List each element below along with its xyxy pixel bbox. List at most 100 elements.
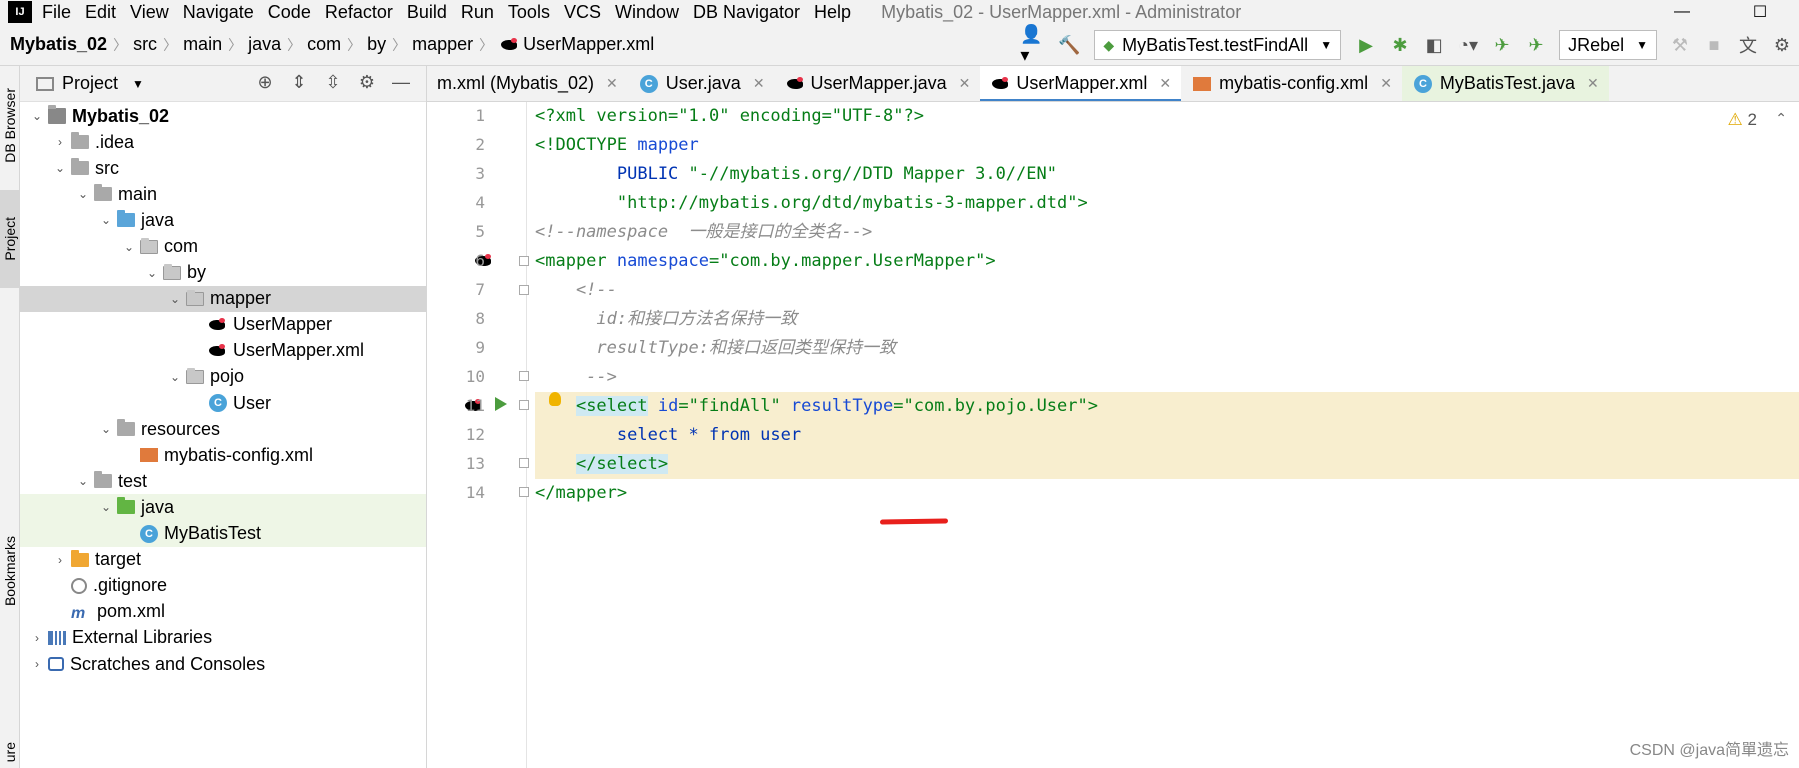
- tree-item[interactable]: ⌄ pojo: [20, 364, 426, 390]
- project-panel-title[interactable]: Project: [62, 73, 118, 94]
- jrebel-run-icon[interactable]: ✈: [1487, 30, 1517, 60]
- code-line[interactable]: <select id="findAll" resultType="com.by.…: [535, 392, 1799, 421]
- chevron-down-icon[interactable]: ⌄: [74, 187, 92, 201]
- breadcrumb-item[interactable]: mapper: [412, 34, 473, 55]
- fold-marker-icon[interactable]: [519, 285, 529, 295]
- jrebel-select[interactable]: JRebel ▼: [1559, 30, 1657, 60]
- run-icon[interactable]: ▶: [1351, 30, 1381, 60]
- close-icon[interactable]: ✕: [1380, 75, 1392, 92]
- editor-tab[interactable]: UserMapper.java ✕: [775, 66, 981, 101]
- menu-window[interactable]: Window: [615, 2, 679, 23]
- tree-item[interactable]: ⌄ src: [20, 155, 426, 181]
- breadcrumb-item[interactable]: main: [183, 34, 222, 55]
- breadcrumb-item[interactable]: java: [248, 34, 281, 55]
- chevron-down-icon[interactable]: ▼: [132, 77, 144, 91]
- fold-marker-icon[interactable]: [519, 256, 529, 266]
- editor-tab[interactable]: C MyBatisTest.java ✕: [1401, 66, 1609, 101]
- chevron-down-icon[interactable]: ⌄: [28, 109, 46, 123]
- tree-item[interactable]: ⌄ mapper: [20, 285, 426, 312]
- chevron-down-icon[interactable]: ⌄: [74, 474, 92, 488]
- settings-icon[interactable]: ⚙: [1767, 30, 1797, 60]
- code-line[interactable]: <?xml version="1.0" encoding="UTF-8"?>: [535, 102, 1799, 131]
- project-tab[interactable]: Project: [0, 190, 20, 288]
- expand-all-icon[interactable]: ⇕: [282, 72, 316, 93]
- db-browser-tab[interactable]: DB Browser: [0, 70, 20, 180]
- code-line[interactable]: <!--: [535, 276, 1799, 305]
- menu-run[interactable]: Run: [461, 2, 494, 23]
- tree-item[interactable]: UserMapper.xml: [20, 338, 426, 364]
- code-editor[interactable]: 1 2 3 4 5 6 7 8 9 10 11 12 13 14 </mapper> </select> …: [427, 102, 1799, 768]
- menu-view[interactable]: View: [130, 2, 169, 23]
- code-line[interactable]: id:和接口方法名保持一致: [535, 305, 1799, 334]
- build-hammer-icon[interactable]: 🔨: [1054, 30, 1084, 60]
- menu-help[interactable]: Help: [814, 2, 851, 23]
- chevron-down-icon[interactable]: ⌄: [97, 500, 115, 514]
- code-line[interactable]: </select>: [535, 450, 1799, 479]
- chevron-down-icon[interactable]: ⌄: [120, 240, 138, 254]
- code-line[interactable]: <mapper namespace="com.by.mapper.UserMap…: [535, 247, 1799, 276]
- chevron-down-icon[interactable]: ⌄: [143, 266, 161, 280]
- lightbulb-icon[interactable]: [549, 392, 561, 406]
- tree-item[interactable]: ⌄ main: [20, 181, 426, 207]
- menu-build[interactable]: Build: [407, 2, 447, 23]
- tree-item[interactable]: › External Libraries: [20, 625, 426, 651]
- chevron-down-icon[interactable]: ⌄: [166, 292, 184, 306]
- editor-tab[interactable]: UserMapper.xml ✕: [980, 66, 1182, 101]
- collapse-all-icon[interactable]: ⇳: [316, 72, 350, 93]
- run-config-select[interactable]: ◆ MyBatisTest.testFindAll ▼: [1094, 30, 1342, 60]
- menu-db-navigator[interactable]: DB Navigator: [693, 2, 800, 23]
- code-line[interactable]: PUBLIC "-//mybatis.org//DTD Mapper 3.0//…: [535, 160, 1799, 189]
- breadcrumb-item[interactable]: src: [133, 34, 157, 55]
- hammer-disabled-icon[interactable]: ⚒: [1665, 30, 1695, 60]
- profile-icon[interactable]: ◔▾: [1453, 30, 1483, 60]
- menu-file[interactable]: File: [42, 2, 71, 23]
- chevron-right-icon[interactable]: ›: [28, 657, 46, 671]
- stop-icon[interactable]: ■: [1699, 30, 1729, 60]
- code-area[interactable]: </mapper> </select> select * from user <…: [535, 102, 1799, 768]
- fold-marker-icon[interactable]: [519, 400, 529, 410]
- close-icon[interactable]: ✕: [1159, 75, 1171, 92]
- menu-tools[interactable]: Tools: [508, 2, 550, 23]
- minimize-button[interactable]: —: [1643, 0, 1721, 24]
- tree-item[interactable]: C User: [20, 390, 426, 416]
- chevron-down-icon[interactable]: ⌄: [97, 422, 115, 436]
- editor-tab[interactable]: C User.java ✕: [628, 66, 775, 101]
- menu-code[interactable]: Code: [268, 2, 311, 23]
- gear-icon[interactable]: ⚙: [350, 72, 384, 93]
- chevron-up-icon[interactable]: ⌃: [1775, 110, 1787, 127]
- chevron-right-icon[interactable]: ›: [51, 553, 69, 567]
- code-line[interactable]: <!DOCTYPE mapper: [535, 131, 1799, 160]
- user-icon[interactable]: 👤▾: [1020, 24, 1050, 65]
- close-icon[interactable]: ✕: [606, 75, 618, 92]
- editor-tab[interactable]: mybatis-config.xml ✕: [1181, 66, 1402, 101]
- tree-item[interactable]: ⌄ test: [20, 468, 426, 494]
- menu-edit[interactable]: Edit: [85, 2, 116, 23]
- bookmarks-tab[interactable]: Bookmarks: [0, 516, 20, 626]
- tree-item[interactable]: ⌄ Mybatis_02: [20, 103, 426, 129]
- chevron-down-icon[interactable]: ⌄: [51, 161, 69, 175]
- breadcrumb-item[interactable]: by: [367, 34, 386, 55]
- run-gutter-icon[interactable]: [495, 397, 507, 411]
- hide-icon[interactable]: —: [384, 72, 418, 93]
- jrebel-debug-icon[interactable]: ✈: [1521, 30, 1551, 60]
- breadcrumb-item[interactable]: UserMapper.xml: [523, 34, 654, 55]
- tree-item[interactable]: m pom.xml: [20, 599, 426, 625]
- chevron-right-icon[interactable]: ›: [28, 631, 46, 645]
- tree-item[interactable]: UserMapper: [20, 312, 426, 338]
- debug-icon[interactable]: ✱: [1385, 30, 1415, 60]
- tree-item[interactable]: › .idea: [20, 129, 426, 155]
- code-line[interactable]: </mapper>: [535, 479, 1799, 508]
- translate-icon[interactable]: 文: [1733, 30, 1763, 60]
- maximize-button[interactable]: ☐: [1721, 0, 1799, 24]
- menu-vcs[interactable]: VCS: [564, 2, 601, 23]
- code-line[interactable]: "http://mybatis.org/dtd/mybatis-3-mapper…: [535, 189, 1799, 218]
- tree-item[interactable]: ⌄ java: [20, 207, 426, 233]
- menu-refactor[interactable]: Refactor: [325, 2, 393, 23]
- code-line[interactable]: -->: [535, 363, 1799, 392]
- fold-marker-icon[interactable]: [519, 458, 529, 468]
- fold-marker-icon[interactable]: [519, 487, 529, 497]
- chevron-right-icon[interactable]: ›: [51, 135, 69, 149]
- tree-item[interactable]: ⌄ com: [20, 233, 426, 259]
- chevron-down-icon[interactable]: ⌄: [97, 213, 115, 227]
- tree-item[interactable]: ⌄ java: [20, 494, 426, 521]
